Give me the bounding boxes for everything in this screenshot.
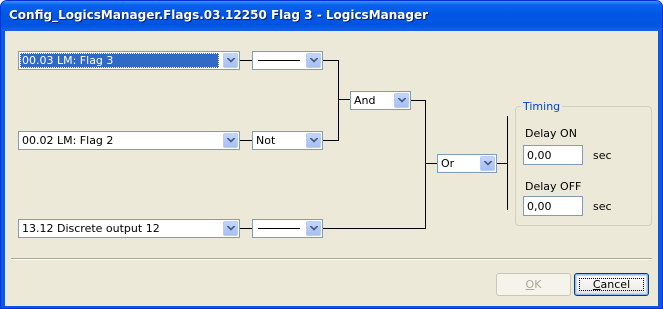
title-bar[interactable]: Config_LogicsManager.Flags.03.12250 Flag… [1,1,662,31]
wire [240,60,252,61]
input-3-combo[interactable]: 13.12 Discrete output 12 [18,219,240,238]
input-3-value: 13.12 Discrete output 12 [22,222,160,235]
wire [425,100,426,163]
operator-3-combo[interactable] [252,219,323,238]
wire [425,163,426,229]
or-gate-combo[interactable]: Or [437,154,497,173]
dialog-body: 00.03 LM: Flag 3 00.02 LM: Flag 2 Not 13… [5,31,658,306]
input-1-combo[interactable]: 00.03 LM: Flag 3 [18,51,240,70]
wire [425,163,437,164]
wire [338,60,339,100]
and-gate-combo[interactable]: And [350,91,411,110]
wire [323,228,425,229]
wire [240,228,252,229]
operator-1-value [256,53,302,68]
and-gate-value: And [354,94,376,107]
ok-label-rest: K [534,278,542,291]
input-1-value: 00.03 LM: Flag 3 [20,53,219,68]
ok-button[interactable]: OK [496,273,571,296]
delay-on-field[interactable]: 0,00 [523,145,583,165]
wire [240,140,252,141]
operator-3-value [256,221,302,236]
timing-legend: Timing [521,100,563,113]
wire [323,140,338,141]
window-title: Config_LogicsManager.Flags.03.12250 Flag… [9,8,429,22]
wire [507,116,508,210]
operator-2-value: Not [256,134,276,147]
wire [323,60,338,61]
ok-mnemonic: O [525,278,535,291]
chevron-down-icon[interactable] [223,133,238,148]
cancel-button[interactable]: Cancel [574,273,649,296]
chevron-down-icon[interactable] [306,221,321,236]
wire [338,99,350,100]
delay-on-label: Delay ON [525,127,577,140]
delay-off-field[interactable]: 0,00 [523,196,583,216]
input-2-value: 00.02 LM: Flag 2 [22,134,114,147]
chevron-down-icon[interactable] [306,53,321,68]
delay-on-unit: sec [593,149,612,162]
wire [338,99,339,141]
wire [497,163,507,164]
delay-off-unit: sec [593,200,612,213]
separator [11,258,652,260]
chevron-down-icon[interactable] [223,221,238,236]
delay-off-value: 0,00 [527,200,552,213]
delay-on-value: 0,00 [527,149,552,162]
chevron-down-icon[interactable] [394,93,409,108]
or-gate-value: Or [441,157,455,170]
logics-manager-window: Config_LogicsManager.Flags.03.12250 Flag… [0,0,663,309]
wire [411,100,425,101]
chevron-down-icon[interactable] [480,156,495,171]
operator-1-combo[interactable] [252,51,323,70]
chevron-down-icon[interactable] [223,53,238,68]
input-2-combo[interactable]: 00.02 LM: Flag 2 [18,131,240,150]
operator-2-combo[interactable]: Not [252,131,323,150]
focus-rect [579,278,644,291]
chevron-down-icon[interactable] [306,133,321,148]
delay-off-label: Delay OFF [525,180,582,193]
